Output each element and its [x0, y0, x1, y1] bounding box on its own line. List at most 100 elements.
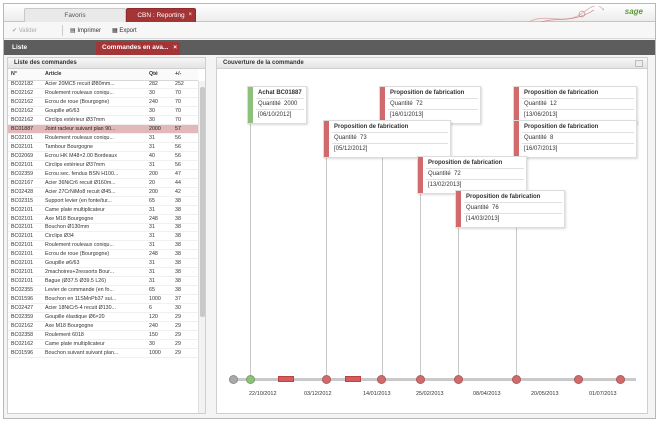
timeline-event-marker[interactable] [322, 375, 331, 384]
timeline-range-marker[interactable] [345, 376, 361, 382]
table-row[interactable]: BC02101 Circlips extérieur Ø37mm 31 56 [8, 160, 198, 170]
manufacturing-proposal-card[interactable]: Proposition de fabrication Quantité 76 [14… [455, 190, 565, 228]
cell-qte: 65 [146, 196, 172, 206]
column-header-article[interactable]: Article [42, 69, 146, 81]
imprimer-button[interactable]: ▤ Imprimer [70, 26, 101, 36]
collapse-icon[interactable] [635, 60, 643, 67]
tab-favoris[interactable]: Favoris [24, 8, 126, 22]
table-row[interactable]: BC01887 Joint racleur suivant plan 90... 2… [8, 124, 198, 135]
tab-commandes-en-avance[interactable]: Commandes en ava... × [96, 42, 180, 55]
table-row[interactable]: BC01596 Bouchon en 11SMnPb37 sui... 1000 37 [8, 294, 198, 304]
table-row[interactable]: BC02101 Tambour Bourgogne 31 56 [8, 142, 198, 152]
timeline-event-marker[interactable] [574, 375, 583, 384]
cell-article: Axe M18 Bourgogne [42, 214, 146, 224]
vertical-scrollbar[interactable] [198, 81, 205, 413]
tab-cbn-reporting[interactable]: CBN : Reporting × [126, 8, 196, 22]
table-row[interactable]: BC02162 Came plate multiplicateur 30 29 [8, 339, 198, 349]
table-row[interactable]: BC02428 Acier 27CrNiMo8 recuit Ø45... 200 4… [8, 187, 198, 197]
manufacturing-proposal-card[interactable]: Proposition de fabrication Quantité 12 [13… [513, 86, 637, 124]
cell-numero: BC02358 [8, 330, 42, 340]
table-row[interactable]: BC02315 Support levier (en fonte/tur... 65… [8, 196, 198, 206]
table-row[interactable]: BC02101 Came plate multiplicateur 31 38 [8, 205, 198, 215]
timeline-event-marker[interactable] [454, 375, 463, 384]
cell-delta: 70 [172, 88, 198, 99]
table-row[interactable]: BC02101 Goupille ø6/63 31 38 [8, 258, 198, 269]
timeline-event-marker[interactable] [246, 375, 255, 384]
column-header-qte[interactable]: Qté [146, 69, 172, 81]
table-row[interactable]: BC02101 Roulement rouleaux coniqu... 31 56 [8, 133, 198, 144]
table-row[interactable]: BC02101 Bouchon Ø130mm 31 38 [8, 223, 198, 233]
manufacturing-proposal-card[interactable]: Proposition de fabrication Quantité 72 [16… [379, 86, 481, 124]
timeline-event-marker[interactable] [616, 375, 625, 384]
cell-numero: BC02101 [8, 160, 42, 170]
close-icon[interactable]: × [173, 42, 177, 54]
table-row[interactable]: BC02358 Roulement 6018 150 29 [8, 330, 198, 340]
table-row[interactable]: BC02162 Axe M18 Bourgogne 240 29 [8, 321, 198, 331]
divider [256, 98, 304, 99]
table-row[interactable]: BC02162 Roulement rouleaux coniqu... 30 70 [8, 88, 198, 99]
tab-favoris-label: Favoris [64, 12, 86, 19]
cell-numero: BC01596 [8, 294, 42, 304]
event-type-bar [456, 191, 461, 227]
cell-qte: 1000 [146, 294, 172, 304]
cell-delta: 38 [172, 231, 198, 242]
cell-qte: 248 [146, 214, 172, 224]
timeline-tick-label: 14/01/2013 [363, 391, 391, 397]
cell-numero: BC02162 [8, 106, 42, 117]
export-button[interactable]: ▦ Export [112, 26, 137, 36]
table-row[interactable]: BC02162 Goupille ø6/63 30 70 [8, 106, 198, 117]
cell-qte: 150 [146, 330, 172, 340]
tab-liste[interactable]: Liste [12, 42, 92, 55]
valider-button[interactable]: ✔ Valider [12, 26, 37, 36]
cell-numero: BC02355 [8, 285, 42, 295]
timeline-event-marker[interactable] [377, 375, 386, 384]
timeline-event-marker[interactable] [416, 375, 425, 384]
scrollbar-thumb[interactable] [200, 87, 205, 317]
close-icon[interactable]: × [188, 9, 192, 22]
divider [426, 168, 524, 169]
timeline-range-marker[interactable] [278, 376, 294, 382]
table-row[interactable]: BC02101 Roulement rouleaux coniqu... 31 38 [8, 240, 198, 251]
table-row[interactable]: BC02355 Levier de commande (en fo... 65 38 [8, 285, 198, 295]
column-header-delta[interactable]: +/- [172, 69, 198, 81]
cell-numero: BC01887 [8, 124, 42, 135]
table-row[interactable]: BC02167 Acier 36NiCr6 recuit Ø160m... 20 44 [8, 178, 198, 188]
column-header-numero[interactable]: N° [8, 69, 42, 81]
table-row[interactable]: BC02101 Axe M18 Bourgogne 248 38 [8, 214, 198, 224]
table-row[interactable]: BC01596 Bouchon suivant suivant plan... 10… [8, 348, 198, 358]
cell-article: Bouchon suivant suivant plan... [42, 348, 146, 358]
cell-delta: 38 [172, 249, 198, 260]
event-quantity: Quantité 12 [524, 101, 557, 107]
table-row[interactable]: BC02359 Goupille élastique Ø6×20 120 29 [8, 312, 198, 322]
table-row[interactable]: BC02101 Bague (Ø37.5 Ø39.5 L26) 31 38 [8, 276, 198, 287]
table-row[interactable]: BC02101 2machoires+2ressorts Bour... 31 38 [8, 267, 198, 278]
cell-article: Acier 36NiCr6 recuit Ø160m... [42, 178, 146, 188]
cell-numero: BC02315 [8, 196, 42, 206]
table-row[interactable]: BC02182 Acier 20MC5 recuit Ø80mm... 282 252 [8, 80, 198, 90]
table-row[interactable]: BC02359 Ecrou sec. fendus BSN H100... 200 4… [8, 169, 198, 179]
purchase-event-card[interactable]: Achat BC01887 Quantité 2000 [06/10/2012] [247, 86, 307, 124]
timeline-event-marker[interactable] [229, 375, 238, 384]
cell-article: Circlips Ø34 [42, 231, 146, 242]
table-row[interactable]: BC02162 Ecrou de roue (Bourgogne) 240 70 [8, 97, 198, 108]
cell-article: Roulement 6018 [42, 330, 146, 340]
panel-title: Liste des commandes [8, 58, 205, 69]
table-row[interactable]: BC02162 Circlips extérieur Ø37mm 30 70 [8, 115, 198, 126]
cell-numero: BC02101 [8, 258, 42, 269]
cell-numero: BC02182 [8, 80, 42, 90]
table-row[interactable]: BC02101 Ecrou de roue (Bourgogne) 248 38 [8, 249, 198, 260]
cell-delta: 29 [172, 348, 198, 358]
table-row[interactable]: BC02069 Ecrou HK M48×2.00 Bordeaux 40 56 [8, 151, 198, 161]
manufacturing-proposal-card[interactable]: Proposition de fabrication Quantité 8 [16/… [513, 120, 637, 158]
cell-article: Levier de commande (en fo... [42, 285, 146, 295]
manufacturing-proposal-card[interactable]: Proposition de fabrication Quantité 72 [13… [417, 156, 527, 194]
table-row[interactable]: BC02101 Circlips Ø34 31 38 [8, 231, 198, 242]
manufacturing-proposal-card[interactable]: Proposition de fabrication Quantité 73 [05… [323, 120, 451, 158]
quantity-value: 8 [550, 135, 554, 141]
cell-numero: BC02101 [8, 249, 42, 260]
table-row[interactable]: BC02427 Acier 18NiCr5-4 recuit Ø130... 6 30 [8, 303, 198, 313]
timeline-event-marker[interactable] [512, 375, 521, 384]
cell-delta: 29 [172, 321, 198, 331]
cell-numero: BC02162 [8, 321, 42, 331]
cell-delta: 38 [172, 240, 198, 251]
